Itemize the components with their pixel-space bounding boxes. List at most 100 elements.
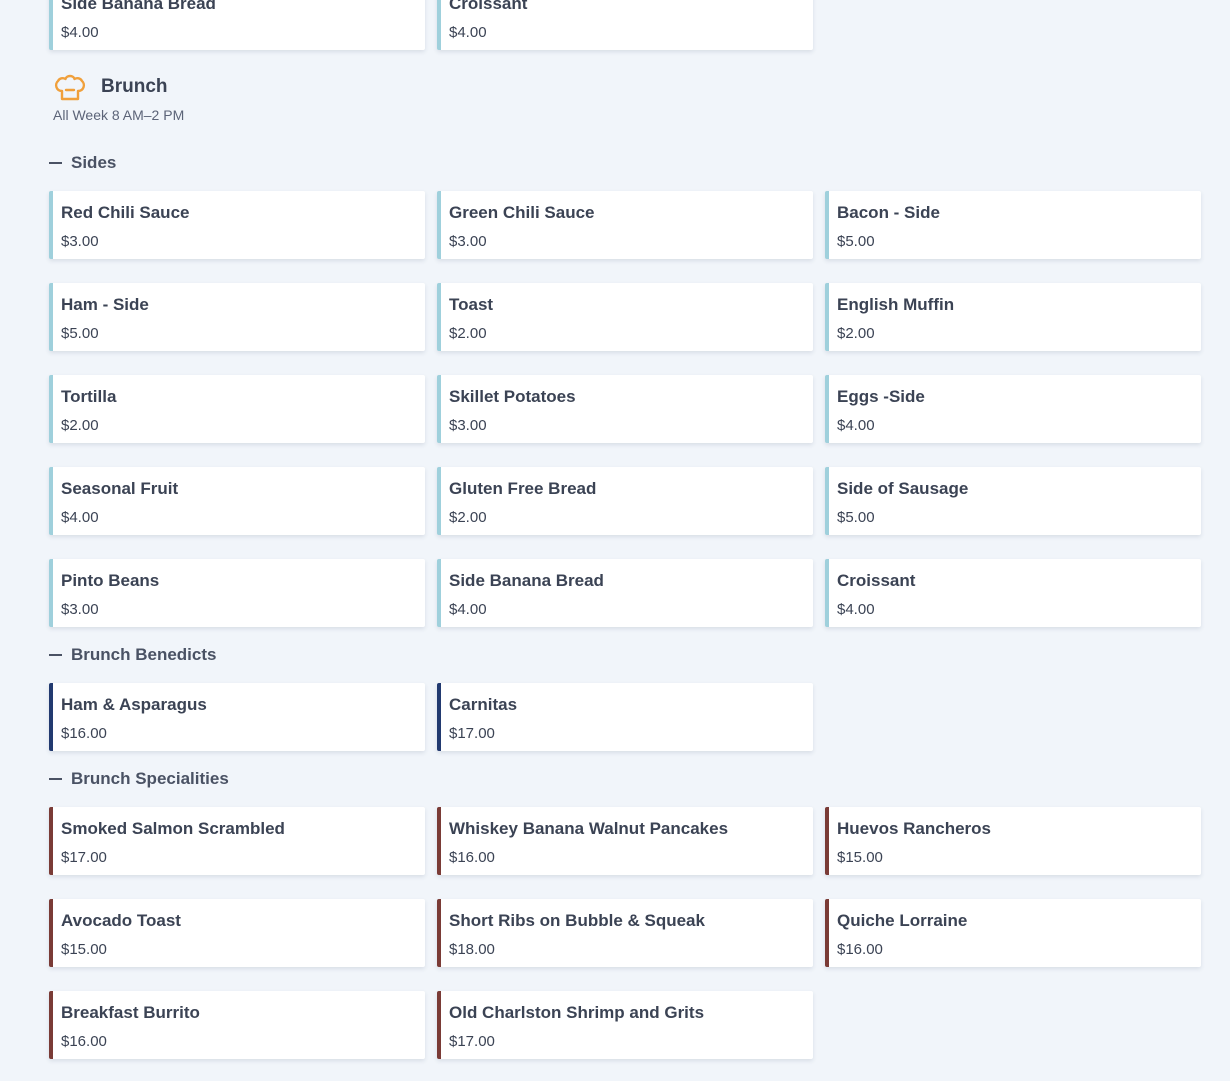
collapse-dash-icon <box>49 162 62 164</box>
menu-item-price: $16.00 <box>61 725 107 742</box>
menu-item-name: Red Chili Sauce <box>61 203 190 222</box>
menu-item-card[interactable]: Bacon - Side $5.00 <box>825 191 1201 259</box>
menu-item-name: Side of Sausage <box>837 479 969 498</box>
menu-item-price: $4.00 <box>61 24 99 41</box>
section-specialities: Brunch Specialities <box>49 767 1201 791</box>
section-toggle-sides[interactable]: Sides <box>49 151 1201 175</box>
menu-item-card[interactable]: Green Chili Sauce $3.00 <box>437 191 813 259</box>
menu-item-card[interactable]: Whiskey Banana Walnut Pancakes $16.00 <box>437 807 813 875</box>
menu-header: Brunch All Week 8 AM–2 PM <box>53 70 453 123</box>
menu-item-name: Side Banana Bread <box>449 571 604 590</box>
menu-item-price: $17.00 <box>449 1033 495 1050</box>
menu-item-card[interactable]: Ham & Asparagus $16.00 <box>49 683 425 751</box>
menu-item-name: Huevos Rancheros <box>837 819 991 838</box>
menu-item-card[interactable]: Carnitas $17.00 <box>437 683 813 751</box>
menu-item-card[interactable]: Avocado Toast $15.00 <box>49 899 425 967</box>
menu-item-name: Ham - Side <box>61 295 149 314</box>
menu-item-card[interactable]: Huevos Rancheros $15.00 <box>825 807 1201 875</box>
menu-item-name: Old Charlston Shrimp and Grits <box>449 1003 705 1022</box>
menu-item-card[interactable]: Gluten Free Bread $2.00 <box>437 467 813 535</box>
menu-item-card[interactable]: Eggs -Side $4.00 <box>825 375 1201 443</box>
menu-item-name: English Muffin <box>837 295 955 314</box>
menu-item-price: $15.00 <box>837 849 883 866</box>
menu-hours: All Week 8 AM–2 PM <box>53 107 185 123</box>
menu-item-card[interactable]: English Muffin $2.00 <box>825 283 1201 351</box>
menu-item-price: $18.00 <box>449 941 495 958</box>
menu-item-name: Pinto Beans <box>61 571 160 590</box>
menu-item-price: $16.00 <box>837 941 883 958</box>
menu-item-price: $4.00 <box>449 601 487 618</box>
menu-item-price: $3.00 <box>449 417 487 434</box>
menu-item-card[interactable]: Pinto Beans $3.00 <box>49 559 425 627</box>
menu-item-name: Green Chili Sauce <box>449 203 595 222</box>
menu-item-price: $5.00 <box>61 325 99 342</box>
menu-item-price: $4.00 <box>61 509 99 526</box>
section-specialities-items: Smoked Salmon Scrambled $17.00 Whiskey Ba… <box>49 807 1201 1059</box>
menu-item-card[interactable]: Skillet Potatoes $3.00 <box>437 375 813 443</box>
menu-item-price: $16.00 <box>61 1033 107 1050</box>
section-title: Sides <box>71 153 117 172</box>
section-toggle-benedicts[interactable]: Brunch Benedicts <box>49 643 1201 667</box>
menu-item-price: $3.00 <box>449 233 487 250</box>
menu-title: Brunch <box>101 76 168 97</box>
menu-item-price: $15.00 <box>61 941 107 958</box>
section-sides: Sides <box>49 151 1201 175</box>
previous-section-items: Side Banana Bread $4.00 Croissant $4.00 <box>49 0 1201 50</box>
menu-item-card[interactable]: Tortilla $2.00 <box>49 375 425 443</box>
menu-item-card[interactable]: Breakfast Burrito $16.00 <box>49 991 425 1059</box>
menu-item-name: Bacon - Side <box>837 203 940 222</box>
menu-item-name: Croissant <box>449 0 528 13</box>
menu-item-price: $2.00 <box>449 325 487 342</box>
menu-item-card[interactable]: Red Chili Sauce $3.00 <box>49 191 425 259</box>
menu-item-name: Smoked Salmon Scrambled <box>61 819 285 838</box>
menu-item-name: Whiskey Banana Walnut Pancakes <box>449 819 729 838</box>
chef-hat-icon <box>54 74 86 101</box>
menu-item-price: $5.00 <box>837 509 875 526</box>
section-title: Brunch Specialities <box>71 769 229 788</box>
menu-item-card[interactable]: Ham - Side $5.00 <box>49 283 425 351</box>
menu-item-price: $17.00 <box>61 849 107 866</box>
menu-item-card[interactable]: Croissant $4.00 <box>825 559 1201 627</box>
menu-item-name: Seasonal Fruit <box>61 479 179 498</box>
menu-item-price: $3.00 <box>61 601 99 618</box>
menu-item-card[interactable]: Croissant $4.00 <box>437 0 813 50</box>
menu-item-price: $16.00 <box>449 849 495 866</box>
section-benedicts: Brunch Benedicts <box>49 643 1201 667</box>
menu-item-card[interactable]: Side Banana Bread $4.00 <box>437 559 813 627</box>
menu-page: Side Banana Bread $4.00 Croissant $4.00 … <box>0 0 1230 1081</box>
menu-item-name: Gluten Free Bread <box>449 479 597 498</box>
section-toggle-specialities[interactable]: Brunch Specialities <box>49 767 1201 791</box>
menu-item-name: Carnitas <box>449 695 518 714</box>
menu-item-name: Ham & Asparagus <box>61 695 207 714</box>
menu-item-price: $2.00 <box>61 417 99 434</box>
menu-item-card[interactable]: Quiche Lorraine $16.00 <box>825 899 1201 967</box>
menu-item-name: Avocado Toast <box>61 911 181 930</box>
menu-item-card[interactable]: Smoked Salmon Scrambled $17.00 <box>49 807 425 875</box>
menu-item-card[interactable]: Side Banana Bread $4.00 <box>49 0 425 50</box>
menu-item-price: $17.00 <box>449 725 495 742</box>
menu-item-price: $4.00 <box>837 417 875 434</box>
menu-item-price: $2.00 <box>837 325 875 342</box>
menu-item-card[interactable]: Old Charlston Shrimp and Grits $17.00 <box>437 991 813 1059</box>
menu-item-price: $2.00 <box>449 509 487 526</box>
menu-item-name: Tortilla <box>61 387 117 406</box>
section-title: Brunch Benedicts <box>71 645 217 664</box>
menu-item-price: $4.00 <box>449 24 487 41</box>
menu-item-name: Eggs -Side <box>837 387 925 406</box>
menu-item-name: Skillet Potatoes <box>449 387 576 406</box>
menu-item-price: $4.00 <box>837 601 875 618</box>
menu-item-name: Toast <box>449 295 494 314</box>
section-sides-items: Red Chili Sauce $3.00 Green Chili Sauce $3… <box>49 191 1201 627</box>
menu-item-card[interactable]: Short Ribs on Bubble & Squeak $18.00 <box>437 899 813 967</box>
menu-item-name: Croissant <box>837 571 916 590</box>
menu-item-price: $3.00 <box>61 233 99 250</box>
menu-item-price: $5.00 <box>837 233 875 250</box>
menu-item-card[interactable]: Side of Sausage $5.00 <box>825 467 1201 535</box>
menu-item-name: Short Ribs on Bubble & Squeak <box>449 911 705 930</box>
menu-item-card[interactable]: Seasonal Fruit $4.00 <box>49 467 425 535</box>
collapse-dash-icon <box>49 778 62 780</box>
collapse-dash-icon <box>49 654 62 656</box>
section-benedicts-items: Ham & Asparagus $16.00 Carnitas $17.00 <box>49 683 1201 751</box>
menu-item-card[interactable]: Toast $2.00 <box>437 283 813 351</box>
menu-item-name: Breakfast Burrito <box>61 1003 200 1022</box>
